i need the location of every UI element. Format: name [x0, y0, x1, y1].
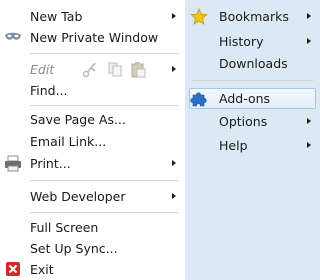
- star-icon: [190, 8, 208, 25]
- print-label: Print...: [30, 156, 71, 171]
- submenu-arrow-icon: [172, 193, 176, 199]
- bookmarks-label: Bookmarks: [219, 9, 289, 24]
- menu-item-bookmarks[interactable]: Bookmarks: [185, 6, 320, 27]
- menu-left-column: New Tab New Private Window Edit Find... …: [0, 0, 185, 280]
- submenu-arrow-icon: [307, 142, 311, 148]
- menu-item-set-up-sync[interactable]: Set Up Sync...: [0, 238, 185, 259]
- menu-item-web-developer[interactable]: Web Developer: [0, 186, 185, 207]
- options-label: Options: [219, 114, 268, 129]
- menu-item-new-private-window[interactable]: New Private Window: [0, 27, 185, 48]
- submenu-arrow-icon: [307, 38, 311, 44]
- separator: [191, 80, 314, 81]
- find-label: Find...: [30, 83, 68, 98]
- printer-icon: [5, 155, 21, 172]
- set-up-sync-label: Set Up Sync...: [30, 241, 118, 256]
- menu-item-history[interactable]: History: [185, 31, 320, 52]
- menu-item-help[interactable]: Help: [185, 135, 320, 156]
- scissors-icon: [82, 62, 96, 78]
- submenu-arrow-icon: [172, 66, 176, 72]
- full-screen-label: Full Screen: [30, 220, 99, 235]
- edit-label: Edit: [30, 62, 55, 77]
- paste-icon: [131, 62, 146, 78]
- menu-item-new-tab[interactable]: New Tab: [0, 6, 185, 27]
- puzzle-piece-icon: [190, 92, 207, 107]
- exit-icon: [6, 262, 20, 276]
- menu-item-addons[interactable]: Add-ons: [185, 88, 320, 109]
- downloads-label: Downloads: [219, 56, 288, 71]
- menu-item-full-screen[interactable]: Full Screen: [0, 217, 185, 238]
- menu-item-print[interactable]: Print...: [0, 153, 185, 174]
- mask-icon: [5, 32, 21, 40]
- edit-icons-group: [82, 62, 146, 78]
- web-developer-label: Web Developer: [30, 189, 126, 204]
- separator: [30, 105, 179, 106]
- submenu-arrow-icon: [307, 13, 311, 19]
- menu-item-downloads[interactable]: Downloads: [185, 53, 320, 74]
- app-menu: New Tab New Private Window Edit Find... …: [0, 0, 320, 280]
- menu-item-email-link[interactable]: Email Link...: [0, 131, 185, 152]
- menu-item-find[interactable]: Find...: [0, 80, 185, 101]
- menu-item-exit[interactable]: Exit: [0, 259, 185, 280]
- menu-right-column: Bookmarks History Downloads Add-ons Opti…: [185, 0, 320, 280]
- new-private-window-label: New Private Window: [30, 30, 159, 45]
- separator: [30, 53, 179, 54]
- submenu-arrow-icon: [172, 160, 176, 166]
- submenu-arrow-icon: [307, 118, 311, 124]
- help-label: Help: [219, 138, 248, 153]
- history-label: History: [219, 34, 264, 49]
- separator: [30, 212, 179, 213]
- exit-label: Exit: [30, 262, 54, 277]
- menu-item-save-page-as[interactable]: Save Page As...: [0, 109, 185, 130]
- menu-item-edit[interactable]: Edit: [0, 59, 185, 80]
- submenu-arrow-icon: [172, 13, 176, 19]
- save-page-as-label: Save Page As...: [30, 112, 126, 127]
- new-tab-label: New Tab: [30, 9, 83, 24]
- copy-icon: [108, 62, 122, 77]
- menu-item-options[interactable]: Options: [185, 111, 320, 132]
- addons-label: Add-ons: [219, 91, 271, 106]
- email-link-label: Email Link...: [30, 134, 107, 149]
- separator: [30, 180, 179, 181]
